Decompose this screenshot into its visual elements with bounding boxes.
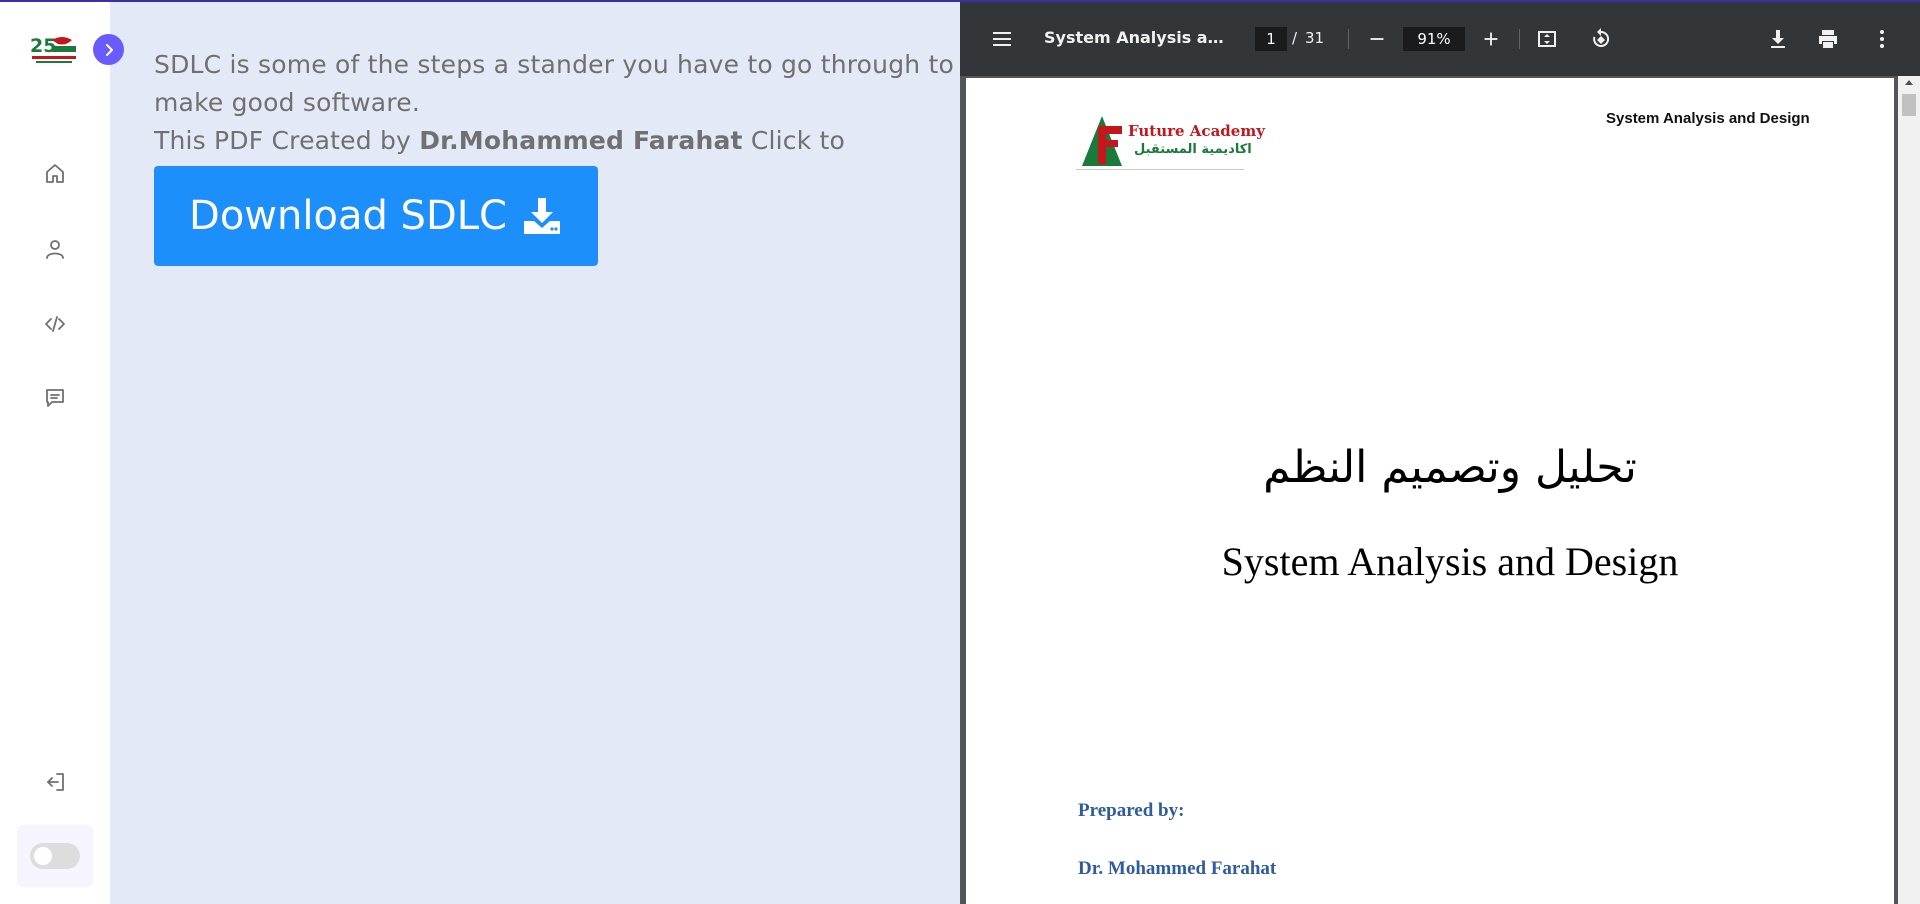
rotate-icon [1593,28,1610,47]
logo-text-ar: اكاديمية المستقبل [1134,142,1252,157]
zoom-in-button[interactable] [1479,27,1503,51]
document-author: Dr. Mohammed Farahat [1078,858,1277,879]
rotate-button[interactable] [1589,27,1613,51]
download-sdlc-button[interactable]: Download SDLC [154,166,598,266]
logout-icon [47,773,64,791]
download-icon [1771,30,1785,48]
nav-profile[interactable] [39,233,71,265]
pdf-menu-button[interactable] [990,27,1014,51]
scroll-thumb[interactable] [1902,94,1916,116]
code-icon [45,316,65,332]
scroll-up-arrow[interactable] [1905,80,1913,85]
more-options-button[interactable] [1870,27,1894,51]
plus-icon [1484,32,1498,46]
logo-25-icon: 25 [30,35,76,63]
document-title-arabic: تحليل وتصميم النظم [1263,442,1637,493]
author-name: Dr.Mohammed Farahat [419,126,743,155]
print-button[interactable] [1815,27,1841,51]
page-number-input[interactable]: 1 [1255,27,1287,51]
download-icon [523,198,560,234]
fit-page-icon [1538,31,1556,47]
nav-messages[interactable] [39,382,71,414]
page-total: 31 [1305,29,1325,47]
pdf-download-button[interactable] [1766,27,1790,51]
nav-code[interactable] [39,308,71,340]
toolbar-divider [1519,29,1520,49]
chevron-right-icon [105,43,113,56]
message-icon [46,389,64,407]
fit-to-page-button[interactable] [1535,27,1559,51]
download-button-label: Download SDLC [189,193,507,239]
future-academy-logo-icon [1082,116,1122,166]
logo-text-en: Future Academy [1128,122,1265,140]
user-icon [46,240,64,259]
nav-home[interactable] [39,158,71,190]
pdf-scrollbar[interactable] [1898,76,1920,904]
zoom-out-button[interactable] [1365,27,1389,51]
pdf-toolbar: System Analysis and Design 1 / 31 91% [960,2,1920,76]
more-vertical-icon [1880,30,1884,48]
page-header: System Analysis and Design [1606,110,1810,127]
toolbar-divider [1348,29,1349,49]
sidebar-toggle-button[interactable] [93,34,124,65]
sidebar: 25 [0,2,110,904]
prepared-by-label: Prepared by: [1078,800,1185,821]
logout-button[interactable] [39,766,71,798]
print-icon [1819,30,1837,48]
hamburger-icon [993,32,1011,46]
dark-mode-toggle[interactable] [30,843,80,869]
page-separator: / [1292,29,1298,47]
intro-line: SDLC is some of the steps a stander you … [154,50,954,117]
logo-underline [1076,169,1244,170]
pdf-viewer: System Analysis and Design 1 / 31 91% [960,2,1920,904]
site-logo[interactable]: 25 [28,32,80,66]
created-prefix: This PDF Created by [154,126,420,155]
dark-mode-container [17,825,93,887]
home-icon [46,164,64,183]
pdf-page: Future Academy اكاديمية المستقبل System … [966,78,1894,904]
pdf-title: System Analysis and Design [1044,28,1232,47]
zoom-input[interactable]: 91% [1403,27,1465,51]
document-title-english: System Analysis and Design [1221,539,1679,584]
minus-icon [1370,38,1384,40]
